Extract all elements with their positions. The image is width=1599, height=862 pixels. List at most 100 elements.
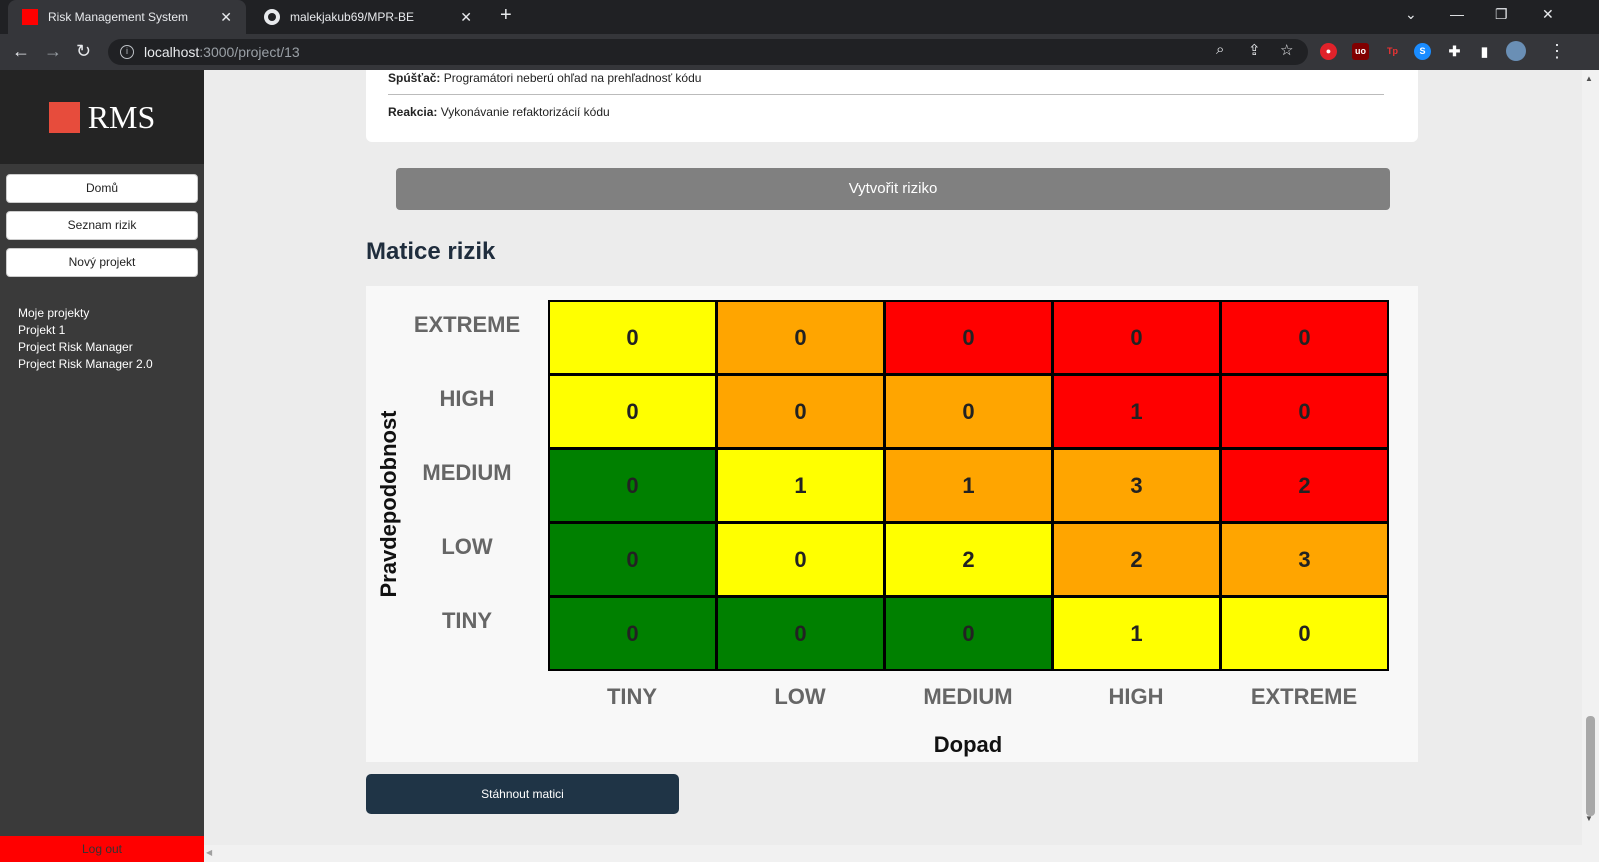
site-info-icon[interactable]: i — [120, 45, 134, 59]
row-label: HIGH — [439, 386, 495, 411]
matrix-cell[interactable]: 1 — [1052, 374, 1221, 449]
extensions-puzzle-icon[interactable]: ✚ — [1446, 43, 1463, 60]
trigger-label: Spúšťač: — [388, 71, 441, 85]
trigger-text: Programátori neberú ohľad na prehľadnosť… — [443, 71, 702, 85]
profile-avatar[interactable] — [1506, 41, 1526, 61]
risk-list-button[interactable]: Seznam rizik — [6, 211, 198, 240]
matrix-cell[interactable]: 0 — [548, 522, 717, 597]
matrix-cell[interactable]: 2 — [884, 522, 1053, 597]
divider — [388, 94, 1384, 95]
extension-ublock-icon[interactable]: uo — [1352, 43, 1369, 60]
scroll-left-icon[interactable]: ◀ — [206, 848, 212, 857]
row-label: TINY — [441, 608, 493, 633]
new-project-button[interactable]: Nový projekt — [6, 248, 198, 277]
side-panel-icon[interactable]: ▮ — [1476, 43, 1493, 60]
matrix-cell[interactable]: 0 — [1052, 300, 1221, 375]
scroll-up-icon[interactable]: ▲ — [1585, 74, 1593, 83]
sidebar: RMS Domů Seznam rizik Nový projekt Moje … — [0, 70, 204, 862]
reaction-row: Reakcia: Vykonávanie refaktorizácií kódu — [388, 105, 610, 119]
vertical-scrollbar[interactable]: ▲ ▼ — [1582, 70, 1599, 862]
matrix-cell[interactable]: 0 — [884, 596, 1053, 671]
extension-tp-icon[interactable]: Tp — [1384, 43, 1401, 60]
tab-search-icon[interactable]: ⌄ — [1405, 6, 1417, 23]
matrix-cell[interactable]: 0 — [548, 596, 717, 671]
project-link[interactable]: Project Risk Manager — [18, 339, 204, 356]
rms-logo-icon — [48, 101, 80, 133]
matrix-cell[interactable]: 0 — [884, 300, 1053, 375]
share-icon[interactable]: ⇪ — [1248, 41, 1261, 59]
matrix-cell[interactable]: 3 — [1052, 448, 1221, 523]
tab-risk-management[interactable]: Risk Management System ✕ — [8, 0, 246, 34]
chrome-menu-icon[interactable]: ⋮ — [1548, 41, 1566, 62]
extension-opera-icon[interactable]: ● — [1320, 43, 1337, 60]
close-window-icon[interactable]: ✕ — [1542, 6, 1554, 23]
create-risk-button[interactable]: Vytvořit riziko — [396, 168, 1390, 210]
matrix-cell[interactable]: 0 — [884, 374, 1053, 449]
column-label: MEDIUM — [923, 684, 1013, 709]
restore-icon[interactable]: ❐ — [1495, 6, 1508, 23]
brand[interactable]: RMS — [0, 70, 204, 164]
matrix-cell[interactable]: 0 — [716, 522, 885, 597]
app-root: RMS Domů Seznam rizik Nový projekt Moje … — [0, 70, 1599, 862]
reload-icon[interactable]: ↻ — [76, 41, 91, 62]
zoom-icon[interactable]: ⌕ — [1216, 41, 1224, 58]
column-label: EXTREME — [1250, 684, 1358, 709]
extension-shazam-icon[interactable]: S — [1414, 43, 1431, 60]
matrix-cell[interactable]: 0 — [1220, 300, 1389, 375]
matrix-cell[interactable]: 3 — [1220, 522, 1389, 597]
reaction-text: Vykonávanie refaktorizácií kódu — [440, 105, 610, 119]
browser-tab-strip: Risk Management System ✕ malekjakub69/MP… — [0, 0, 1599, 34]
url-host: localhost — [144, 44, 200, 60]
column-label: TINY — [606, 684, 658, 709]
matrix-cell[interactable]: 0 — [548, 300, 717, 375]
url-path: :3000/project/13 — [199, 44, 300, 60]
projects-list: Moje projekty Projekt 1 Project Risk Man… — [0, 305, 204, 373]
address-bar[interactable]: i localhost:3000/project/13 — [108, 39, 1308, 65]
scroll-down-icon[interactable]: ▼ — [1585, 814, 1593, 823]
row-label: LOW — [441, 534, 493, 559]
trigger-row: Spúšťač: Programátori neberú ohľad na pr… — [388, 71, 701, 85]
close-tab-icon[interactable]: ✕ — [220, 9, 232, 26]
matrix-cell[interactable]: 0 — [1220, 596, 1389, 671]
matrix-cell[interactable]: 0 — [548, 374, 717, 449]
matrix-cell[interactable]: 0 — [716, 596, 885, 671]
row-label: EXTREME — [413, 312, 521, 337]
tab-title: Risk Management System — [48, 10, 189, 24]
forward-icon[interactable]: → — [44, 41, 62, 62]
brand-name: RMS — [87, 98, 156, 135]
project-link[interactable]: Projekt 1 — [18, 322, 204, 339]
matrix-cell[interactable]: 1 — [716, 448, 885, 523]
matrix-grid: 0000000010011320022300010 — [548, 300, 1389, 672]
matrix-cell[interactable]: 1 — [1052, 596, 1221, 671]
matrix-cell[interactable]: 1 — [884, 448, 1053, 523]
bookmark-star-icon[interactable]: ☆ — [1280, 41, 1293, 59]
risk-matrix: Pravdepodobnost EXTREME HIGH MEDIUM LOW TINY… — [366, 286, 1418, 762]
matrix-cell[interactable]: 2 — [1052, 522, 1221, 597]
close-tab-icon[interactable]: ✕ — [460, 9, 472, 26]
tab-github[interactable]: malekjakub69/MPR-BE ✕ — [250, 0, 486, 34]
minimize-icon[interactable]: — — [1450, 6, 1464, 22]
matrix-title: Matice rizik — [366, 238, 496, 265]
matrix-cell[interactable]: 0 — [716, 374, 885, 449]
matrix-cell[interactable]: 0 — [548, 448, 717, 523]
horizontal-scrollbar[interactable]: ◀ — [204, 845, 1582, 862]
new-tab-icon[interactable]: + — [500, 4, 512, 27]
y-axis-label-box: Pravdepodobnost — [369, 404, 409, 604]
tab-title: malekjakub69/MPR-BE — [290, 10, 415, 24]
column-label: HIGH — [1108, 684, 1164, 709]
browser-toolbar: ← → ↻ i localhost:3000/project/13 ⌕ ⇪ ☆ … — [0, 34, 1599, 70]
logout-button[interactable]: Log out — [0, 836, 204, 862]
matrix-cell[interactable]: 2 — [1220, 448, 1389, 523]
github-icon — [264, 9, 280, 25]
download-matrix-button[interactable]: Stáhnout matici — [366, 774, 679, 814]
column-label: LOW — [774, 684, 826, 709]
home-button[interactable]: Domů — [6, 174, 198, 203]
matrix-cell[interactable]: 0 — [716, 300, 885, 375]
main-content: Spúšťač: Programátori neberú ohľad na pr… — [204, 70, 1582, 862]
reaction-label: Reakcia: — [388, 105, 438, 119]
scrollbar-thumb[interactable] — [1586, 716, 1595, 816]
back-icon[interactable]: ← — [12, 41, 30, 62]
matrix-cell[interactable]: 0 — [1220, 374, 1389, 449]
y-axis-label: Pravdepodobnost — [376, 410, 401, 598]
project-link[interactable]: Project Risk Manager 2.0 — [18, 356, 204, 373]
